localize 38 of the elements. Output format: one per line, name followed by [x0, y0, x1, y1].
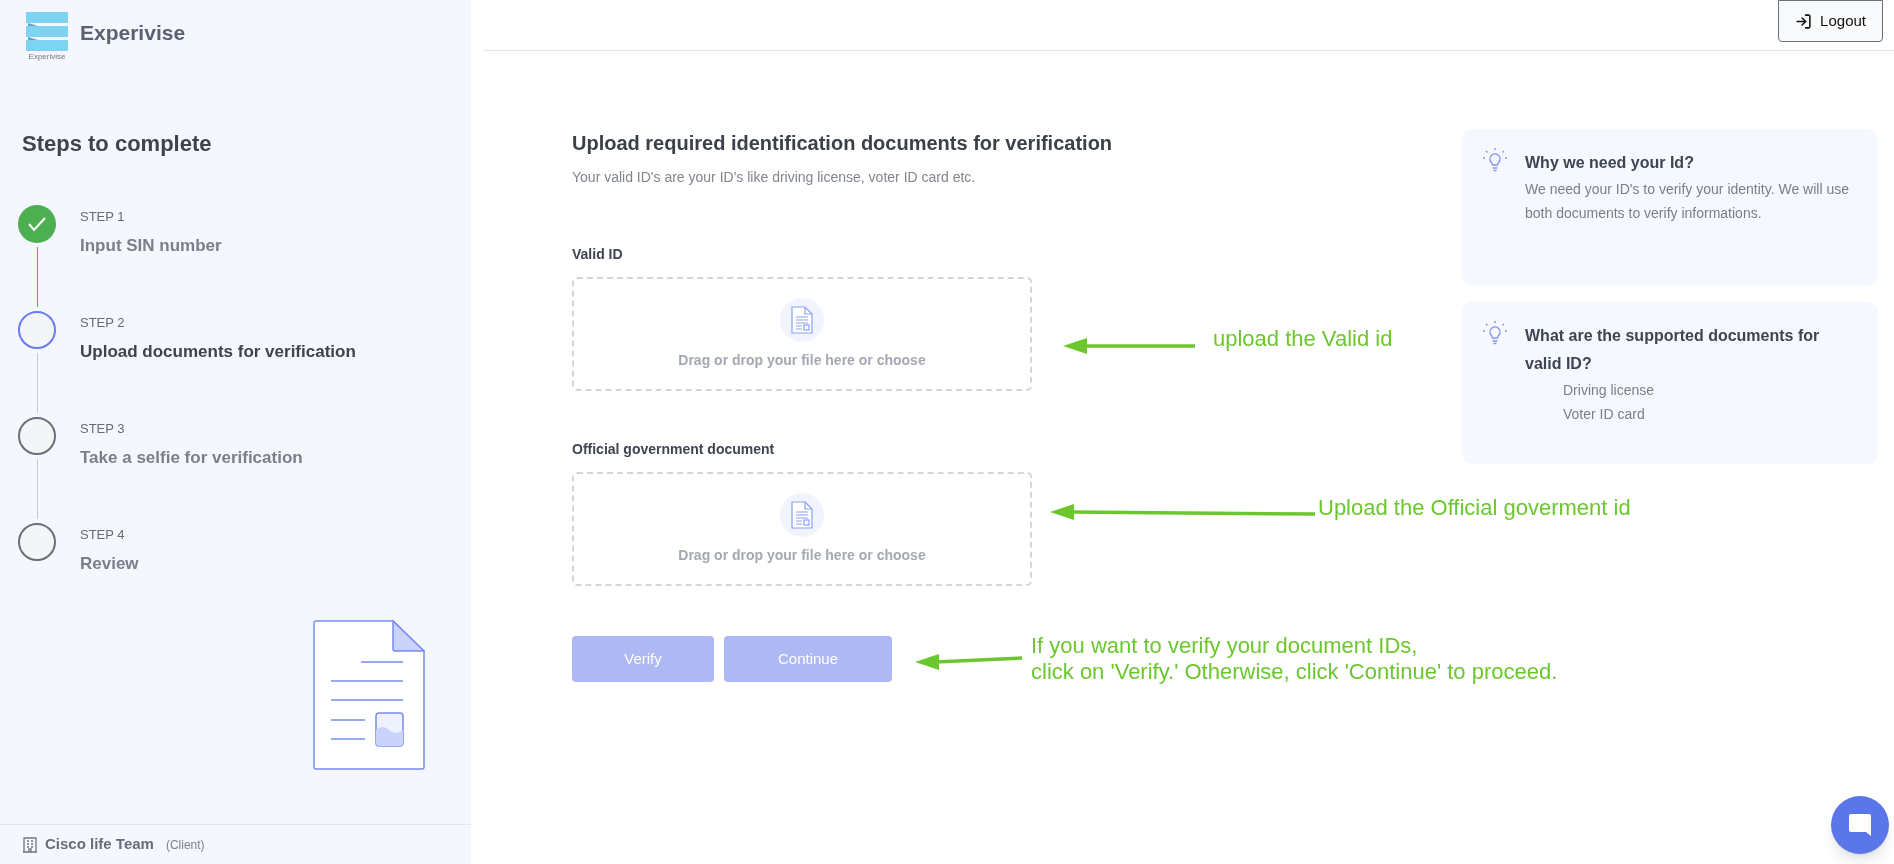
upload-label: Valid ID [572, 245, 624, 264]
step-title: Input SIN number [80, 234, 222, 257]
info-card-text: We need your ID's to verify your identity. We will use both documents to verify informations. [1525, 180, 1851, 223]
logo-icon [26, 12, 68, 52]
info-card-title: What are the supported documents for valid ID? [1525, 326, 1821, 374]
logout-button[interactable]: Logout [1778, 0, 1883, 42]
logo-caption: Experivise [28, 53, 66, 61]
lightbulb-icon [1482, 320, 1508, 346]
file-drop-zone[interactable]: Drag or drop your file here or choose [572, 472, 1032, 586]
file-drop-zone[interactable]: Drag or drop your file here or choose [572, 277, 1032, 391]
annotation-text: click on 'Verify.' Otherwise, click 'Continue' to proceed. [1031, 659, 1558, 685]
team-role: (Client) [165, 836, 205, 854]
page-title: Upload required identification documents for verification [572, 131, 1113, 156]
brand-name: Experivise [80, 19, 186, 46]
step-title: Take a selfie for verification [80, 446, 303, 469]
supported-document: Voter ID card [1562, 405, 1646, 424]
step-label: STEP 4 [80, 526, 126, 544]
step-label: STEP 2 [80, 314, 126, 332]
step-title: Review [80, 552, 139, 575]
annotation-text: upload the Valid id [1213, 326, 1393, 352]
step-label: STEP 1 [80, 208, 126, 226]
step-title: Upload documents for verification [80, 340, 356, 363]
document-icon [780, 492, 824, 537]
logout-icon [1795, 12, 1813, 30]
team-name: Cisco life Team [45, 834, 154, 855]
page-subtitle: Your valid ID's are your ID's like driving license, voter ID card etc. [572, 168, 976, 187]
annotation-text: Upload the Official goverment id [1318, 495, 1631, 521]
upload-label: Official government document [572, 440, 776, 459]
info-card-title: Why we need your Id? [1525, 153, 1695, 173]
lightbulb-icon [1482, 147, 1508, 173]
chat-button[interactable] [1831, 796, 1889, 854]
sidebar-title: Steps to complete [22, 130, 213, 158]
supported-document: Driving license [1562, 381, 1656, 400]
building-icon [23, 836, 37, 853]
document-icon [780, 297, 824, 342]
chat-icon [1848, 813, 1872, 837]
annotation-text: If you want to verify your document IDs, [1031, 633, 1419, 659]
step-label: STEP 3 [80, 420, 126, 438]
